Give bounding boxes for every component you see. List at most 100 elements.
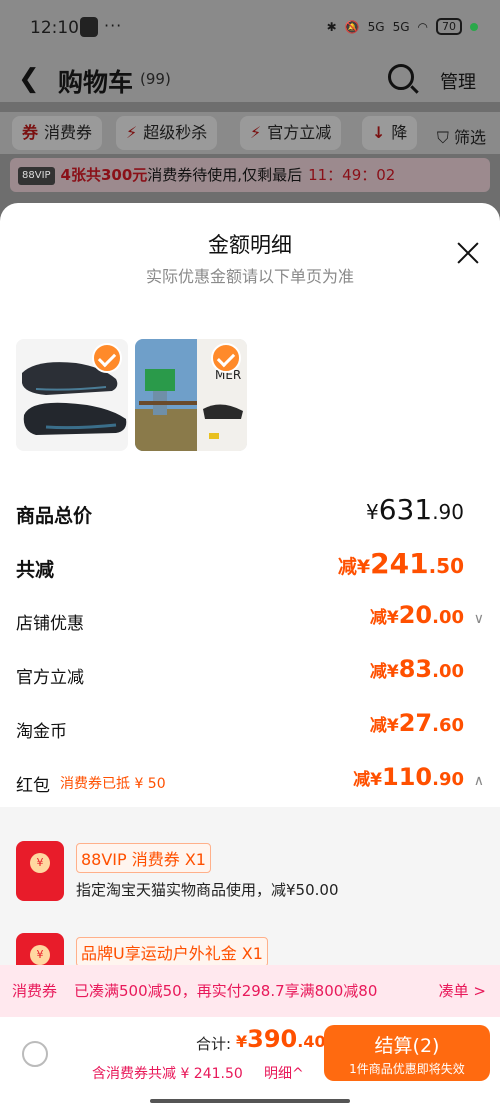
discount-prefix: 减¥ [369,662,399,682]
filter-label: 筛选 [453,128,486,147]
privacy-dot-icon [470,22,478,31]
amount-dec: .40 [297,1032,326,1051]
discount-prefix: 减¥ [369,716,399,736]
filter-icon: ⛉ [436,128,449,147]
coupon-tag: 品牌U享运动户外礼金 X1 [76,937,268,967]
vip-coupon-text: 消费券待使用,仅剩最后 [147,166,303,184]
amount-int: 241 [370,547,429,580]
coupon-icon: 券 [22,123,39,142]
add-items-link[interactable]: 凑单 > [439,965,486,1017]
selected-check-icon[interactable] [211,343,241,373]
signal-1-icon: 5G [367,19,385,34]
currency-symbol: ¥ [366,500,379,524]
signal-2-icon: 5G [392,19,410,34]
vip-coupon-count: 4张共300元 [60,166,148,184]
chevron-up-icon[interactable]: ∧ [474,773,484,789]
more-notifications-icon: ··· [104,16,123,35]
detail-toggle[interactable]: 明细^ [264,1063,304,1083]
chip-label: 官方立减 [267,123,332,142]
back-icon[interactable]: ❮ [18,64,40,94]
red-packet-row[interactable]: 红包 消费券已抵 ¥ 50 减¥110.90 ∧ [16,763,484,803]
vip-coupon-banner[interactable]: 88VIP 4张共300元消费券待使用,仅剩最后 11：49：02 [10,158,490,192]
amount-dec: .00 [432,661,464,682]
home-indicator[interactable] [150,1099,350,1103]
price-detail-sheet: 金额明细 实际优惠金额请以下单页为准 MER 商品总价 ¥631.90 共减 减… [0,203,500,1111]
amount-int: 390 [247,1025,298,1053]
taobao-coin-label: 淘金币 [16,722,67,742]
red-packet-note: 消费券已抵 ¥ 50 [60,776,166,792]
store-discount-label: 店铺优惠 [16,614,84,634]
chip-official-discount[interactable]: ⚡ 官方立减 [240,116,342,150]
store-discount-value: 减¥20.00 [370,601,464,629]
amount-int: 631 [378,493,433,526]
chip-flash-sale[interactable]: ⚡ 超级秒杀 [116,116,218,150]
search-icon[interactable] [388,64,414,90]
checkout-label: 结算(2) [374,1035,440,1057]
manage-button[interactable]: 管理 [440,68,476,94]
total-discount-row: 共减 减¥241.50 [16,547,484,587]
official-discount-row: 官方立减 减¥83.00 [16,655,484,695]
bluetooth-icon: ✱ [326,19,337,34]
vip-countdown: 11：49：02 [308,166,396,184]
total-discount-label: 共减 [16,559,55,581]
checkout-sub-label: 1件商品优惠即将失效 [349,1062,465,1076]
coupon-tag: 88VIP 消费券 X1 [76,843,211,873]
discount-prefix: 减¥ [337,556,371,578]
total-discount-value: 减¥241.50 [338,547,464,580]
promo-bar[interactable]: 消费券 已凑满500减50，再实付298.7享满800减80 凑单 > [0,965,500,1017]
flash-icon: ⚡ [126,123,138,142]
red-packet-label: 红包 [16,776,50,796]
battery-icon: 70 [436,18,462,35]
checkout-button[interactable]: 结算(2) 1件商品优惠即将失效 [324,1025,490,1081]
discount-note: 含消费券共减 ¥ 241.50 [92,1066,243,1082]
select-all-radio[interactable] [22,1041,48,1067]
status-bar: 12:10 ··· ✱ 🔕 5G 5G ◠ 70 [0,0,500,58]
chip-price-drop[interactable]: ↓ 降 [362,116,418,150]
product-thumbnail[interactable] [16,339,128,451]
red-packet-value: 减¥110.90 [353,763,464,791]
coupon-list: ¥ 88VIP 消费券 X1 指定淘宝天猫实物商品使用，减¥50.00 ¥ 品牌… [0,807,500,993]
checkout-bar: 合计: ¥390.40 含消费券共减 ¥ 241.50 明细^ 结算(2) 1件… [0,1017,500,1097]
page-title: 购物车 [58,68,134,97]
amount-int: 20 [398,601,433,629]
filter-chips: 券消费券 ⚡ 超级秒杀 ⚡ 官方立减 ↓ 降 ⛉ 筛选 [0,112,500,154]
taobao-coin-row: 淘金币 减¥27.60 [16,709,484,749]
red-envelope-icon: ¥ [16,841,64,901]
status-time: 12:10 [30,18,79,38]
store-discount-row[interactable]: 店铺优惠 减¥20.00 ∨ [16,601,484,641]
amount-dec: .60 [432,715,464,736]
amount-dec: .90 [432,769,464,790]
amount-dec: .90 [432,500,464,524]
discount-prefix: 减¥ [369,608,399,628]
chevron-down-icon[interactable]: ∨ [474,611,484,627]
selected-check-icon[interactable] [92,343,122,373]
status-icons: ✱ 🔕 5G 5G ◠ 70 [327,18,478,35]
sum-value: ¥390.40 [236,1025,326,1053]
amount-dec: .00 [432,607,464,628]
total-price-row: 商品总价 ¥631.90 [16,493,484,533]
official-discount-label: 官方立减 [16,668,84,688]
wifi-icon: ◠ [417,19,428,34]
total-price-value: ¥631.90 [366,493,464,526]
sum-label: 合计: [196,1035,232,1053]
total-price-label: 商品总价 [16,505,93,527]
lightning-icon: ⚡ [250,123,262,142]
close-icon[interactable] [456,241,480,265]
chip-label: 消费券 [44,123,93,142]
mute-icon: 🔕 [344,19,360,34]
filter-button[interactable]: ⛉ 筛选 [428,124,486,148]
arrow-down-icon: ↓ [372,123,386,142]
cart-header: ❮ 购物车 (99) 管理 [0,58,500,102]
chip-coupon[interactable]: 券消费券 [12,116,103,150]
amount-int: 83 [398,655,433,683]
official-discount-value: 减¥83.00 [370,655,464,683]
product-thumbnail[interactable]: MER [135,339,247,451]
promo-text: 已凑满500减50，再实付298.7享满800减80 [74,982,378,1000]
cart-count: (99) [140,70,171,88]
taobao-coin-value: 减¥27.60 [370,709,464,737]
discount-prefix: 减¥ [353,770,382,790]
amount-int: 110 [382,763,433,791]
chip-label: 降 [391,123,408,142]
amount-int: 27 [398,709,433,737]
amount-dec: .50 [428,554,464,578]
